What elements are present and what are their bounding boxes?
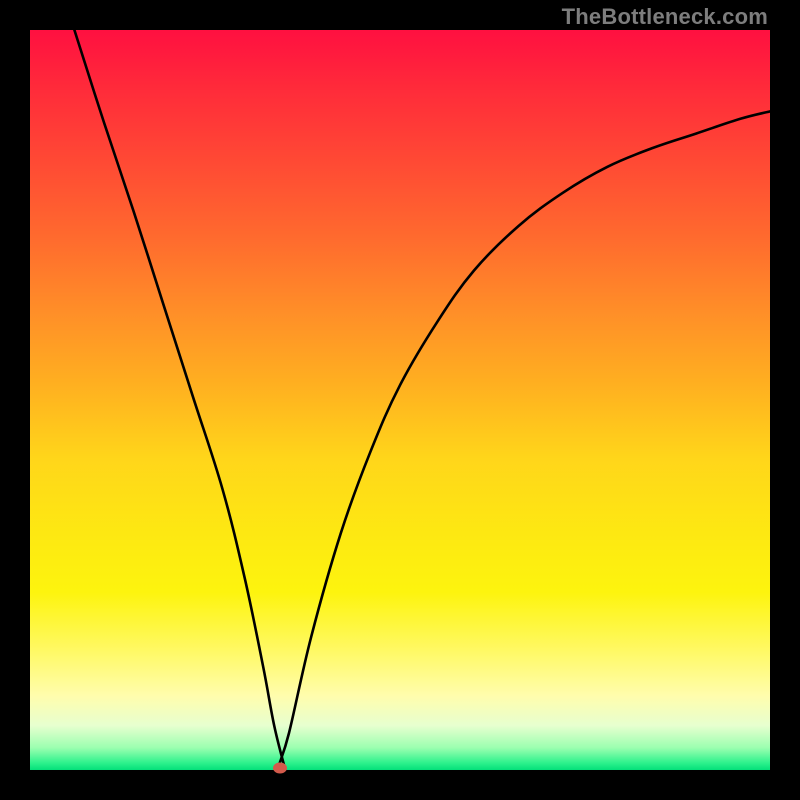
plot-area [30, 30, 770, 770]
bottleneck-curve [30, 30, 770, 770]
attribution-label: TheBottleneck.com [562, 4, 768, 30]
minimum-marker [273, 762, 287, 773]
chart-frame: TheBottleneck.com [0, 0, 800, 800]
